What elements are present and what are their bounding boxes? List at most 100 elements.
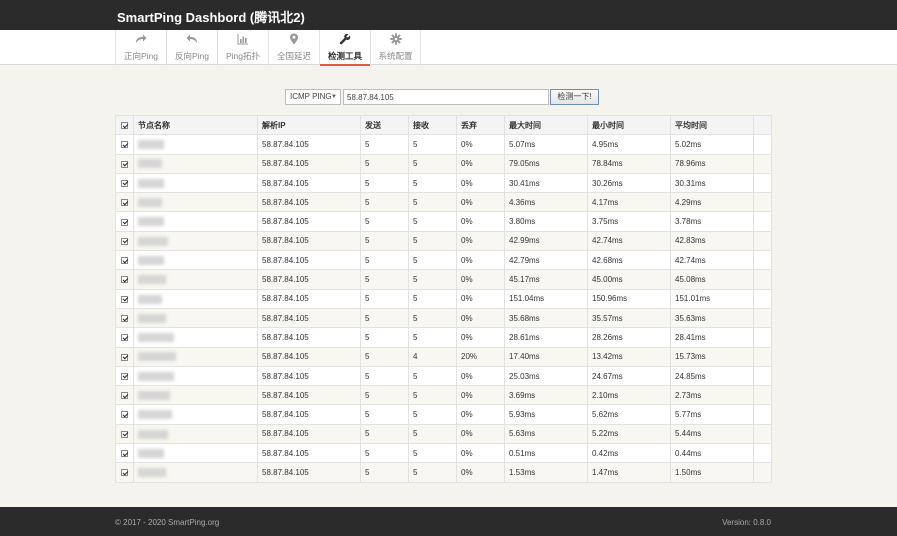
table-row[interactable]: 58.87.84.105 5 5 0% 4.36ms 4.17ms 4.29ms xyxy=(115,192,772,213)
row-checkbox-cell[interactable] xyxy=(115,327,134,348)
row-checkbox-cell[interactable] xyxy=(115,211,134,232)
nav-forward-ping[interactable]: 正向Ping xyxy=(115,30,166,65)
table-row[interactable]: 58.87.84.105 5 5 0% 3.69ms 2.10ms 2.73ms xyxy=(115,385,772,406)
redacted-node-name xyxy=(138,468,166,478)
run-test-button[interactable]: 检测一下! xyxy=(550,89,599,105)
row-checkbox[interactable] xyxy=(121,160,128,168)
cell-sent: 5 xyxy=(360,443,409,464)
cell-sent: 5 xyxy=(360,250,409,271)
cell-received: 5 xyxy=(408,211,457,232)
column-header-loss[interactable]: 丢弃 xyxy=(456,114,505,136)
cell-received: 5 xyxy=(408,327,457,348)
row-checkbox-cell[interactable] xyxy=(115,269,134,290)
row-checkbox[interactable] xyxy=(121,179,128,187)
row-checkbox[interactable] xyxy=(121,141,128,149)
cell-node-name xyxy=(133,172,258,194)
select-all-checkbox-cell[interactable] xyxy=(115,114,134,136)
cell-avg-time: 5.02ms xyxy=(670,134,754,155)
nav-menu: 正向Ping 反向Ping Ping拓扑 全国延迟 检测工具 系统配置 xyxy=(115,30,421,66)
cell-avg-time: 2.73ms xyxy=(670,385,754,406)
cell-node-name xyxy=(133,327,258,348)
table-row[interactable]: 58.87.84.105 5 5 0% 151.04ms 150.96ms 151.01ms xyxy=(115,288,772,309)
cell-received: 5 xyxy=(408,404,457,425)
table-row[interactable]: 58.87.84.105 5 5 0% 1.53ms 1.47ms 1.50ms xyxy=(115,462,772,483)
row-checkbox-cell[interactable] xyxy=(115,192,134,213)
cell-max-time: 79.05ms xyxy=(504,153,588,174)
cell-max-time: 45.17ms xyxy=(504,269,588,290)
column-header-min-time[interactable]: 最小时间 xyxy=(587,114,671,136)
table-row[interactable]: 58.87.84.105 5 5 0% 35.68ms 35.57ms 35.63ms xyxy=(115,307,772,329)
column-header-node[interactable]: 节点名称 xyxy=(133,114,258,136)
row-checkbox[interactable] xyxy=(121,218,128,226)
ping-type-select[interactable]: ICMP PING ▼ xyxy=(285,89,341,105)
cell-avg-time: 35.63ms xyxy=(670,307,754,329)
nav-national-latency[interactable]: 全国延迟 xyxy=(268,30,319,65)
cell-min-time: 4.17ms xyxy=(587,192,671,213)
row-checkbox-cell[interactable] xyxy=(115,230,134,252)
row-checkbox[interactable] xyxy=(121,199,128,207)
redacted-node-name xyxy=(138,255,164,265)
row-checkbox[interactable] xyxy=(121,295,128,303)
row-checkbox-cell[interactable] xyxy=(115,134,134,155)
row-checkbox[interactable] xyxy=(121,276,128,284)
table-row[interactable]: 58.87.84.105 5 5 0% 5.63ms 5.22ms 5.44ms xyxy=(115,423,772,445)
cell-sent: 5 xyxy=(360,230,409,252)
table-row[interactable]: 58.87.84.105 5 5 0% 3.80ms 3.75ms 3.78ms xyxy=(115,211,772,232)
cell-avg-time: 30.31ms xyxy=(670,172,754,194)
row-checkbox-cell[interactable] xyxy=(115,462,134,483)
nav-test-tools[interactable]: 检测工具 xyxy=(319,30,370,66)
cell-ip: 58.87.84.105 xyxy=(257,404,361,425)
row-checkbox[interactable] xyxy=(121,450,128,458)
row-checkbox[interactable] xyxy=(121,237,128,245)
select-all-checkbox[interactable] xyxy=(121,122,128,130)
row-checkbox[interactable] xyxy=(121,353,128,361)
row-checkbox-cell[interactable] xyxy=(115,385,134,406)
column-header-received[interactable]: 接收 xyxy=(408,114,457,136)
cell-loss: 0% xyxy=(456,327,505,348)
row-checkbox[interactable] xyxy=(121,315,128,322)
table-row[interactable]: 58.87.84.105 5 5 0% 42.79ms 42.68ms 42.74ms xyxy=(115,250,772,271)
row-checkbox[interactable] xyxy=(121,372,128,380)
row-checkbox-cell[interactable] xyxy=(115,250,134,271)
row-checkbox[interactable] xyxy=(121,392,128,400)
table-row[interactable]: 58.87.84.105 5 5 0% 5.93ms 5.62ms 5.77ms xyxy=(115,404,772,425)
row-checkbox[interactable] xyxy=(121,469,128,477)
cell-ip: 58.87.84.105 xyxy=(257,192,361,213)
target-input[interactable] xyxy=(343,89,549,105)
cell-extra xyxy=(753,365,772,387)
row-checkbox-cell[interactable] xyxy=(115,443,134,464)
row-checkbox-cell[interactable] xyxy=(115,153,134,174)
table-row[interactable]: 58.87.84.105 5 5 0% 5.07ms 4.95ms 5.02ms xyxy=(115,134,772,155)
table-row[interactable]: 58.87.84.105 5 5 0% 25.03ms 24.67ms 24.85ms xyxy=(115,365,772,387)
row-checkbox-cell[interactable] xyxy=(115,288,134,309)
table-row[interactable]: 58.87.84.105 5 5 0% 30.41ms 30.26ms 30.31ms xyxy=(115,172,772,194)
column-header-ip[interactable]: 解析IP xyxy=(257,114,361,136)
row-checkbox[interactable] xyxy=(121,430,128,438)
app-title: SmartPing Dashbord (腾讯北2) xyxy=(117,10,305,25)
row-checkbox[interactable] xyxy=(121,257,128,265)
row-checkbox-cell[interactable] xyxy=(115,365,134,387)
table-row[interactable]: 58.87.84.105 5 5 0% 42.99ms 42.74ms 42.83ms xyxy=(115,230,772,252)
row-checkbox[interactable] xyxy=(121,334,128,342)
redacted-node-name xyxy=(138,140,164,150)
cell-received: 5 xyxy=(408,443,457,464)
row-checkbox-cell[interactable] xyxy=(115,423,134,445)
row-checkbox-cell[interactable] xyxy=(115,404,134,425)
column-header-avg-time[interactable]: 平均时间 xyxy=(670,114,754,136)
nav-reverse-ping[interactable]: 反向Ping xyxy=(166,30,217,65)
table-row[interactable]: 58.87.84.105 5 5 0% 79.05ms 78.84ms 78.96ms xyxy=(115,153,772,174)
table-row[interactable]: 58.87.84.105 5 5 0% 28.61ms 28.26ms 28.41ms xyxy=(115,327,772,348)
table-row[interactable]: 58.87.84.105 5 5 0% 0.51ms 0.42ms 0.44ms xyxy=(115,443,772,464)
column-header-sent[interactable]: 发送 xyxy=(360,114,409,136)
row-checkbox[interactable] xyxy=(121,411,128,419)
cell-sent: 5 xyxy=(360,307,409,329)
row-checkbox-cell[interactable] xyxy=(115,346,134,367)
cell-max-time: 3.69ms xyxy=(504,385,588,406)
table-row[interactable]: 58.87.84.105 5 5 0% 45.17ms 45.00ms 45.08ms xyxy=(115,269,772,290)
table-row[interactable]: 58.87.84.105 5 4 20% 17.40ms 13.42ms 15.73ms xyxy=(115,346,772,367)
column-header-max-time[interactable]: 最大时间 xyxy=(504,114,588,136)
nav-ping-topology[interactable]: Ping拓扑 xyxy=(217,30,268,65)
row-checkbox-cell[interactable] xyxy=(115,307,134,329)
nav-system-config[interactable]: 系统配置 xyxy=(370,30,421,65)
row-checkbox-cell[interactable] xyxy=(115,172,134,194)
